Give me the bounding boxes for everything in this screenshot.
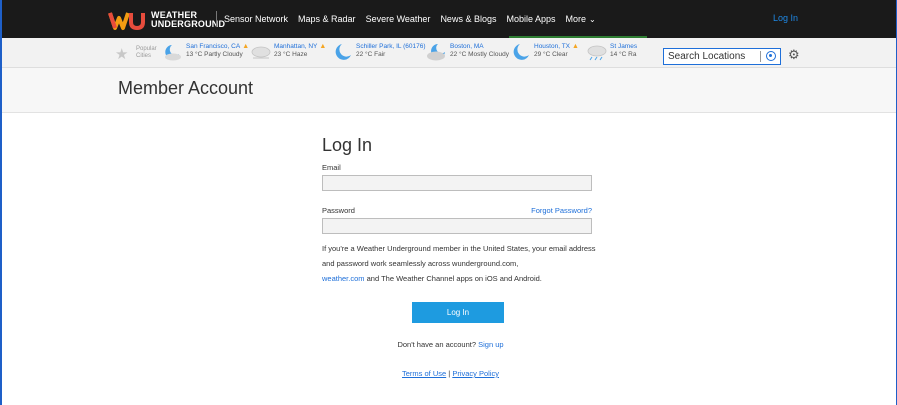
account-info-text: If you're a Weather Underground member i… bbox=[322, 241, 597, 286]
city-text: Boston, MA 22 °C Mostly Cloudy bbox=[450, 43, 509, 59]
chevron-down-icon: ⌄ bbox=[589, 15, 596, 24]
clear-night-icon bbox=[335, 44, 351, 60]
warning-icon: ▲ bbox=[319, 43, 327, 50]
warning-icon: ▲ bbox=[242, 43, 250, 50]
gear-icon[interactable]: ⚙ bbox=[788, 47, 800, 63]
clear-night-icon bbox=[513, 44, 529, 60]
city-conditions: 29 °C Clear bbox=[534, 51, 568, 58]
more-label: More bbox=[565, 14, 587, 24]
city-item-houston[interactable]: Houston, TX ▲ 29 °C Clear bbox=[510, 43, 579, 61]
mostly-cloudy-night-icon bbox=[427, 44, 445, 61]
privacy-policy-link[interactable]: Privacy Policy bbox=[452, 369, 499, 378]
city-name: San Francisco, CA bbox=[186, 43, 241, 50]
city-name: Schiller Park, IL (60176) bbox=[356, 43, 426, 50]
city-text: Manhattan, NY ▲ 23 °C Haze bbox=[274, 43, 326, 59]
haze-icon bbox=[251, 46, 271, 59]
city-name: St James bbox=[610, 43, 638, 50]
warning-icon: ▲ bbox=[572, 43, 579, 50]
search-locations-input[interactable]: Search Locations bbox=[663, 48, 781, 65]
city-conditions: 13 °C Partly Cloudy bbox=[186, 51, 243, 58]
city-conditions: 23 °C Haze bbox=[274, 51, 308, 58]
city-name: Houston, TX bbox=[534, 43, 571, 50]
top-navigation: WEATHER UNDERGROUND Sensor Network Maps … bbox=[2, 0, 896, 38]
locate-me-icon[interactable] bbox=[766, 51, 776, 61]
legal-links: Terms of Use | Privacy Policy bbox=[2, 369, 897, 378]
city-name: Manhattan, NY bbox=[274, 43, 318, 50]
nav-link-severe-weather[interactable]: Severe Weather bbox=[366, 14, 431, 24]
partly-cloudy-night-icon bbox=[165, 45, 181, 61]
search-placeholder: Search Locations bbox=[668, 51, 746, 62]
wu-logo-icon bbox=[108, 12, 145, 31]
city-item-schiller-park[interactable]: Schiller Park, IL (60176) 22 °C Fair bbox=[332, 43, 426, 61]
login-button[interactable]: Log In bbox=[412, 302, 504, 323]
wu-logo[interactable]: WEATHER UNDERGROUND bbox=[108, 9, 225, 31]
city-text: Houston, TX ▲ 29 °C Clear bbox=[534, 43, 579, 59]
weather-com-link[interactable]: weather.com bbox=[322, 274, 365, 283]
no-account-text: Don't have an account? bbox=[397, 340, 477, 349]
form-title: Log In bbox=[322, 135, 373, 155]
city-item-san-francisco[interactable]: San Francisco, CA ▲ 13 °C Partly Cloudy bbox=[162, 43, 249, 61]
password-field[interactable] bbox=[322, 218, 592, 234]
nav-link-sensor-network[interactable]: Sensor Network bbox=[224, 14, 288, 24]
email-field[interactable] bbox=[322, 175, 592, 191]
nav-login-link[interactable]: Log In bbox=[773, 13, 798, 23]
city-text: San Francisco, CA ▲ 13 °C Partly Cloudy bbox=[186, 43, 249, 59]
email-label: Email bbox=[322, 163, 341, 172]
city-conditions: 22 °C Mostly Cloudy bbox=[450, 51, 509, 58]
nav-divider bbox=[216, 11, 217, 27]
star-icon[interactable]: ★ bbox=[115, 45, 128, 63]
city-conditions: 14 °C Ra bbox=[610, 51, 637, 58]
popular-line-2: Cities bbox=[136, 53, 152, 59]
city-text: Schiller Park, IL (60176) 22 °C Fair bbox=[356, 43, 426, 59]
city-name: Boston, MA bbox=[450, 43, 484, 50]
nav-link-maps-radar[interactable]: Maps & Radar bbox=[298, 14, 356, 24]
forgot-password-link[interactable]: Forgot Password? bbox=[531, 206, 592, 215]
nav-more-menu[interactable]: More ⌄ bbox=[566, 14, 596, 24]
signup-prompt: Don't have an account? Sign up bbox=[2, 340, 897, 349]
nav-links: Sensor Network Maps & Radar Severe Weath… bbox=[224, 0, 606, 38]
password-label: Password bbox=[322, 206, 355, 215]
page-title: Member Account bbox=[118, 78, 254, 98]
city-item-boston[interactable]: Boston, MA 22 °C Mostly Cloudy bbox=[426, 43, 509, 61]
signup-link[interactable]: Sign up bbox=[478, 340, 503, 349]
city-conditions: 22 °C Fair bbox=[356, 51, 386, 58]
terms-of-use-link[interactable]: Terms of Use bbox=[402, 369, 446, 378]
city-item-manhattan[interactable]: Manhattan, NY ▲ 23 °C Haze bbox=[250, 43, 326, 61]
logo-wordmark: WEATHER UNDERGROUND bbox=[151, 11, 225, 29]
info-text-2: and The Weather Channel apps on iOS and … bbox=[364, 274, 542, 283]
info-text-1: If you're a Weather Underground member i… bbox=[322, 244, 596, 268]
popular-cities-label: Popular Cities bbox=[136, 46, 157, 60]
rain-icon bbox=[587, 45, 607, 61]
nav-link-mobile-apps[interactable]: Mobile Apps bbox=[506, 14, 555, 24]
city-text: St James 14 °C Ra bbox=[610, 43, 637, 59]
popular-line-1: Popular bbox=[136, 46, 157, 52]
logo-line-2: UNDERGROUND bbox=[151, 19, 226, 29]
city-item-st-james[interactable]: St James 14 °C Ra bbox=[586, 43, 646, 61]
nav-link-news-blogs[interactable]: News & Blogs bbox=[440, 14, 496, 24]
search-divider bbox=[760, 51, 761, 62]
